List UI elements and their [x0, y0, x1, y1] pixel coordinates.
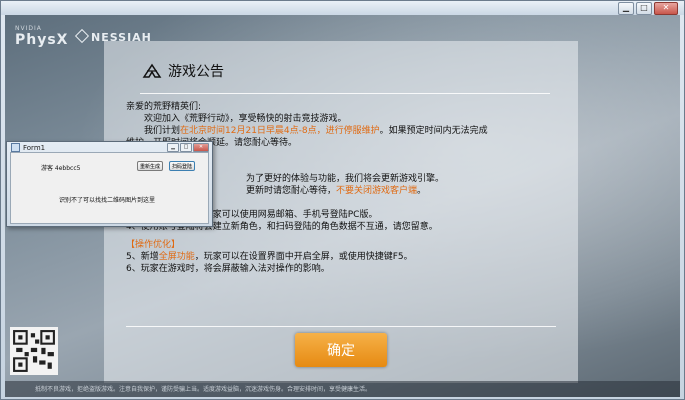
maintenance-time-highlight: 在北京时间12月21日早晨4点-8点，进行停服维护 — [180, 126, 380, 136]
item-5-text: 5、新增全屏功能，玩家可以在设置界面中开启全屏，或使用快捷键F5。 — [126, 252, 413, 262]
regenerate-button[interactable]: 重新生成 — [137, 161, 164, 171]
bottom-divider — [126, 326, 556, 327]
form-app-icon — [11, 143, 20, 152]
app-window: ▁ □ ✕ NVIDIA PhysX NESSIAH 游戏公告 亲爱的荒野精英们… — [0, 0, 685, 400]
title-divider — [140, 93, 550, 94]
qr-hint-message: 识别不了可以找找二维码图片到这里 — [59, 197, 156, 204]
footer-bar: 抵制不良游戏，拒绝盗版游戏。注意自我保护，谨防受骗上当。适度游戏益脑，沉迷游戏伤… — [5, 381, 680, 397]
guest-account-label: 游客 4ebbcc5 — [41, 165, 81, 172]
qr-code-icon — [10, 327, 58, 375]
section-optimization-heading: 【操作优化】 — [126, 240, 181, 250]
form1-minimize-button[interactable]: ▁ — [167, 143, 179, 152]
form1-maximize-button[interactable]: □ — [180, 143, 192, 152]
do-not-close-highlight: 不要关闭游戏客户端 — [336, 186, 418, 196]
form1-close-button[interactable]: ✕ — [193, 143, 209, 152]
maximize-button[interactable]: □ — [636, 2, 652, 15]
nvidia-label: NVIDIA — [15, 25, 42, 32]
window-title-bar: ▁ □ ✕ — [1, 1, 684, 15]
form1-title: Form1 — [23, 143, 46, 152]
welcome-text: 欢迎加入《荒野行动》，享受畅快的射击竞技游戏。 — [144, 114, 347, 124]
item-6-text: 6、玩家在游戏时，将会屏蔽输入法对操作的影响。 — [126, 264, 330, 274]
scan-login-button[interactable]: 扫码登陆 — [169, 161, 196, 171]
physx-label: PhysX — [15, 32, 69, 48]
form1-client-area: 游客 4ebbcc5 重新生成 扫码登陆 识别不了可以找找二维码图片到这里 — [10, 152, 209, 224]
window-controls: ▁ □ ✕ — [618, 2, 678, 15]
maintenance-text: 我们计划在北京时间12月21日早晨4点-8点，进行停服维护。如果预定时间内无法完… — [144, 126, 488, 136]
physx-logo: NVIDIA PhysX — [15, 25, 68, 48]
game-emblem-icon — [142, 63, 162, 78]
fullscreen-highlight: 全屏功能 — [158, 252, 195, 262]
form1-title-bar: Form1 — [11, 143, 45, 152]
form1-window: Form1 ▁ □ ✕ 游客 4ebbcc5 重新生成 扫码登陆 识别不了可以找… — [6, 141, 213, 227]
announcement-header: 游戏公告 — [142, 61, 224, 81]
close-button[interactable]: ✕ — [654, 2, 678, 15]
confirm-button[interactable]: 确定 — [295, 333, 387, 367]
greeting-text: 亲爱的荒野精英们: — [126, 102, 202, 112]
health-gaming-notice: 抵制不良游戏，拒绝盗版游戏。注意自我保护，谨防受骗上当。适度游戏益脑，沉迷游戏伤… — [35, 386, 372, 393]
announcement-title: 游戏公告 — [168, 64, 224, 80]
form1-window-controls: ▁ □ ✕ — [167, 143, 209, 152]
minimize-button[interactable]: ▁ — [618, 2, 634, 15]
